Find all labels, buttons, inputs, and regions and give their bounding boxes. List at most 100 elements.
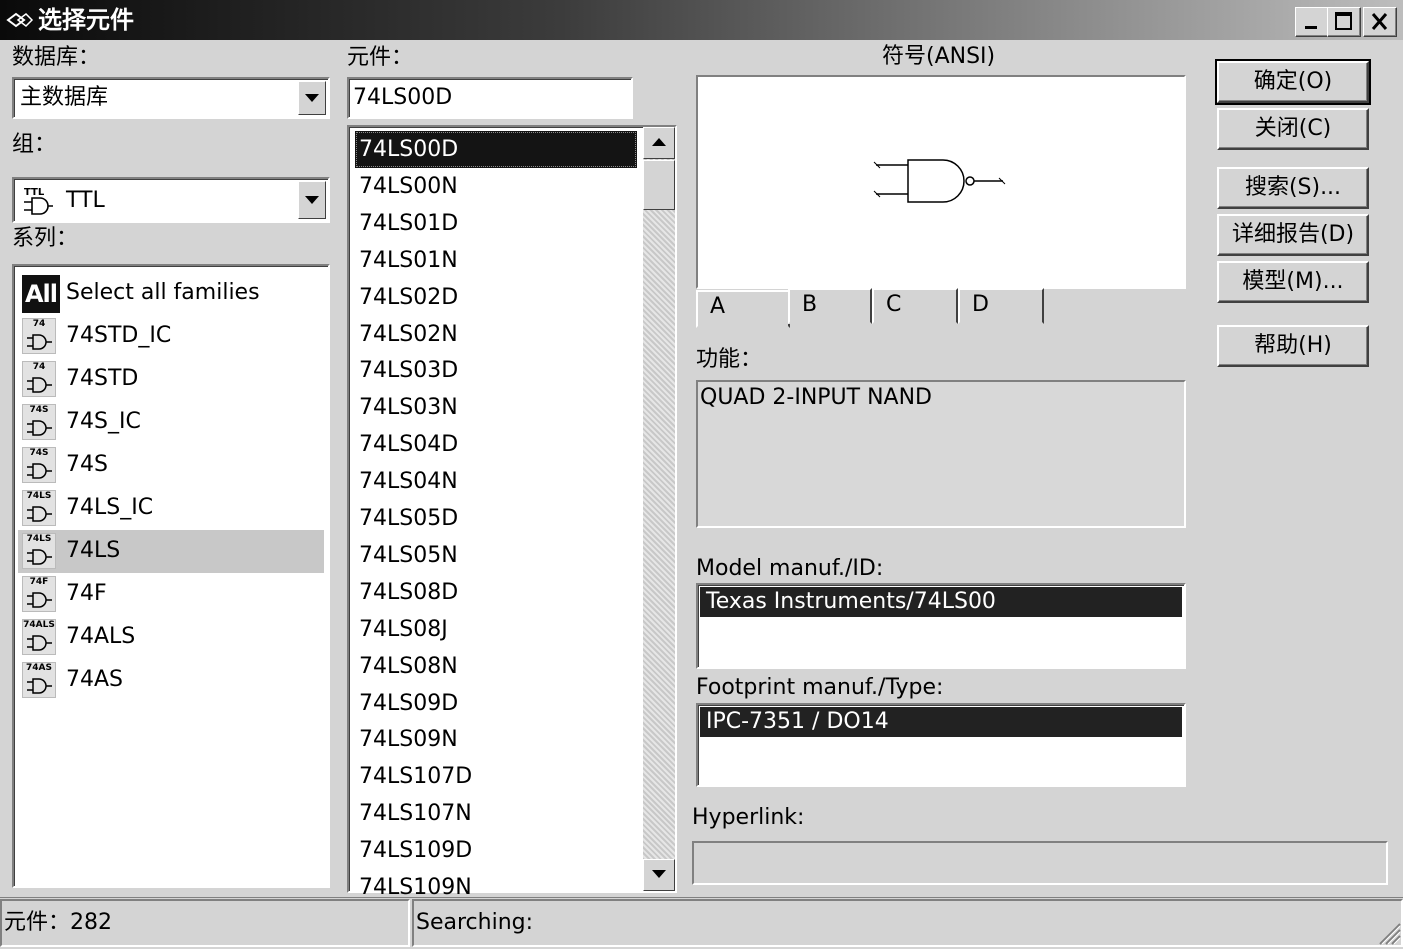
component-item[interactable]: 74LS05D bbox=[355, 500, 637, 537]
minimize-button[interactable] bbox=[1295, 7, 1329, 37]
status-divider bbox=[0, 897, 1403, 898]
family-label: 系列： bbox=[12, 226, 79, 251]
gate-icon: 74F bbox=[22, 576, 56, 612]
title-bar[interactable] bbox=[0, 0, 1403, 40]
chevron-down-icon bbox=[305, 94, 319, 102]
maximize-icon bbox=[1335, 12, 1352, 30]
component-item[interactable]: 74LS04D bbox=[355, 426, 637, 463]
gate-icon: 74S bbox=[22, 404, 56, 440]
scroll-up-button[interactable] bbox=[643, 127, 675, 159]
footprint-label: Footprint manuf./Type: bbox=[696, 675, 944, 700]
family-item-label: 74LS bbox=[66, 538, 121, 563]
database-select[interactable]: 主数据库 bbox=[12, 77, 330, 119]
arrow-down-icon bbox=[652, 870, 666, 878]
model-list[interactable]: Texas Instruments/74LS00 bbox=[696, 583, 1186, 669]
footprint-list[interactable]: IPC-7351 / DO14 bbox=[696, 703, 1186, 787]
scroll-thumb[interactable] bbox=[643, 160, 675, 210]
footprint-item-selected[interactable]: IPC-7351 / DO14 bbox=[700, 707, 1182, 737]
family-item[interactable]: 74S 74S_IC bbox=[18, 401, 324, 444]
component-item[interactable]: 74LS03D bbox=[355, 352, 637, 389]
hyperlink-field[interactable] bbox=[692, 841, 1388, 885]
resize-grip-icon[interactable] bbox=[1375, 919, 1401, 945]
family-item-label: 74F bbox=[66, 581, 107, 606]
component-item[interactable]: 74LS08J bbox=[355, 611, 637, 648]
tab-b[interactable]: B bbox=[788, 288, 872, 324]
database-value: 主数据库 bbox=[20, 85, 109, 110]
tab-d[interactable]: D bbox=[958, 288, 1044, 324]
family-item-selected[interactable]: 74LS 74LS bbox=[18, 530, 324, 573]
family-list[interactable]: All Select all families 74 74STD_IC 74 7… bbox=[12, 264, 330, 888]
family-item-label: 74ALS bbox=[66, 624, 136, 649]
close-window-button[interactable] bbox=[1363, 7, 1397, 37]
family-item[interactable]: 74F 74F bbox=[18, 573, 324, 616]
component-item[interactable]: 74LS107D bbox=[355, 758, 637, 795]
family-item[interactable]: 74ALS 74ALS bbox=[18, 616, 324, 659]
close-button[interactable]: 关闭(C) bbox=[1217, 108, 1369, 150]
component-item[interactable]: 74LS05N bbox=[355, 537, 637, 574]
component-item[interactable]: 74LS08N bbox=[355, 648, 637, 685]
family-item-label: 74AS bbox=[66, 667, 124, 692]
component-item[interactable]: 74LS01D bbox=[355, 205, 637, 242]
group-dropdown-button[interactable] bbox=[298, 181, 326, 219]
tab-a[interactable]: A bbox=[696, 290, 790, 328]
group-value: TTL bbox=[66, 188, 105, 213]
component-item[interactable]: 74LS109D bbox=[355, 832, 637, 869]
app-icon bbox=[6, 9, 34, 31]
detail-report-button[interactable]: 详细报告(D) bbox=[1217, 214, 1369, 256]
component-item[interactable]: 74LS08D bbox=[355, 574, 637, 611]
family-item[interactable]: All Select all families bbox=[18, 272, 324, 315]
component-item[interactable]: 74LS09N bbox=[355, 721, 637, 758]
svg-text:TTL: TTL bbox=[24, 187, 45, 198]
database-dropdown-button[interactable] bbox=[298, 81, 326, 115]
component-search-input[interactable]: 74LS00D bbox=[347, 77, 633, 119]
component-item-selected[interactable]: 74LS00D bbox=[355, 131, 637, 168]
component-item[interactable]: 74LS107N bbox=[355, 795, 637, 832]
component-item[interactable]: 74LS03N bbox=[355, 389, 637, 426]
component-item[interactable]: 74LS00N bbox=[355, 168, 637, 205]
model-item-selected[interactable]: Texas Instruments/74LS00 bbox=[700, 587, 1182, 617]
function-text: QUAD 2-INPUT NAND bbox=[696, 380, 1186, 528]
symbol-label: 符号(ANSI) bbox=[882, 44, 996, 69]
maximize-button[interactable] bbox=[1327, 7, 1361, 37]
family-item-label: 74LS_IC bbox=[66, 495, 154, 520]
component-item[interactable]: 74LS02D bbox=[355, 279, 637, 316]
family-item-label: Select all families bbox=[66, 280, 260, 305]
search-button[interactable]: 搜索(S)... bbox=[1217, 167, 1369, 209]
model-label: Model manuf./ID: bbox=[696, 556, 884, 581]
chevron-down-icon bbox=[305, 196, 319, 204]
component-item[interactable]: 74LS02N bbox=[355, 316, 637, 353]
family-item[interactable]: 74S 74S bbox=[18, 444, 324, 487]
function-value: QUAD 2-INPUT NAND bbox=[700, 385, 932, 410]
ttl-gate-icon: TTL bbox=[20, 184, 54, 216]
scroll-down-button[interactable] bbox=[643, 859, 675, 891]
component-scrollbar[interactable] bbox=[643, 127, 675, 891]
gate-icon: 74 bbox=[22, 361, 56, 397]
gate-icon: 74LS bbox=[22, 533, 56, 569]
component-label: 元件： bbox=[347, 45, 414, 70]
gate-icon: 74ALS bbox=[22, 619, 56, 655]
help-button[interactable]: 帮助(H) bbox=[1217, 325, 1369, 367]
gate-icon: 74LS bbox=[22, 490, 56, 526]
minimize-icon bbox=[1305, 26, 1317, 29]
gate-icon: 74 bbox=[22, 318, 56, 354]
gate-icon: 74S bbox=[22, 447, 56, 483]
family-item[interactable]: 74AS 74AS bbox=[18, 659, 324, 702]
status-searching: Searching: bbox=[412, 899, 1403, 947]
group-select[interactable]: TTL TTL bbox=[12, 177, 330, 223]
window-title: 选择元件 bbox=[38, 6, 134, 34]
tab-c[interactable]: C bbox=[872, 288, 958, 324]
component-list[interactable]: 74LS00D 74LS00N 74LS01D 74LS01N 74LS02D 74LS0… bbox=[347, 125, 677, 900]
function-label: 功能： bbox=[696, 347, 763, 372]
arrow-up-icon bbox=[652, 138, 666, 146]
database-label: 数据库： bbox=[12, 45, 101, 70]
component-input-value: 74LS00D bbox=[353, 85, 453, 110]
family-item[interactable]: 74 74STD_IC bbox=[18, 315, 324, 358]
component-item[interactable]: 74LS04N bbox=[355, 463, 637, 500]
model-button[interactable]: 模型(M)... bbox=[1217, 261, 1369, 303]
gate-icon: 74AS bbox=[22, 662, 56, 698]
ok-button[interactable]: 确定(O) bbox=[1215, 59, 1371, 105]
component-item[interactable]: 74LS01N bbox=[355, 242, 637, 279]
family-item[interactable]: 74 74STD bbox=[18, 358, 324, 401]
family-item[interactable]: 74LS 74LS_IC bbox=[18, 487, 324, 530]
component-item[interactable]: 74LS09D bbox=[355, 685, 637, 722]
